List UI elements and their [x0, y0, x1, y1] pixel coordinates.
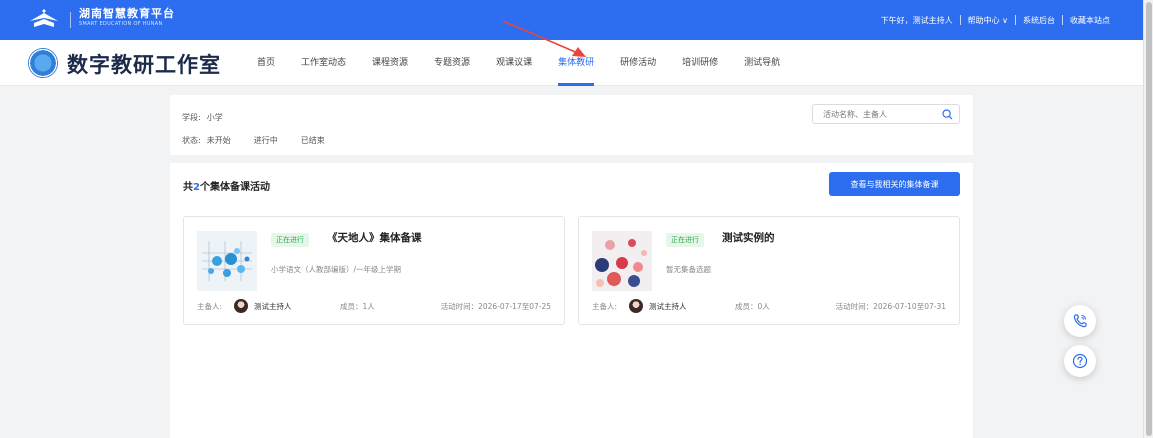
annotation-arrow-icon — [502, 20, 586, 57]
nav-item[interactable]: 专题资源 — [421, 40, 483, 86]
search-box — [812, 104, 960, 124]
greeting-text: 下午好，测试主持人 — [880, 15, 953, 25]
view-related-button[interactable]: 查看与我相关的集体备课 — [829, 172, 960, 196]
scrollbar-thumb[interactable] — [1146, 2, 1152, 436]
status-filter: 状态: 未开始 进行中 已结束 — [182, 135, 348, 146]
avatar — [629, 299, 643, 313]
site-title[interactable]: 数字教研工作室 — [67, 49, 221, 79]
status-option-in-progress[interactable]: 进行中 — [254, 135, 278, 146]
platform-logo-icon[interactable] — [28, 9, 60, 31]
activity-title[interactable]: 测试实例的 — [722, 230, 775, 245]
activity-thumbnail[interactable] — [592, 231, 652, 291]
count-suffix: 个集体备课活动 — [199, 182, 270, 193]
status-label: 状态: — [182, 136, 201, 145]
nav-item[interactable]: 首页 — [244, 40, 288, 86]
member-count: 成员：1人 — [340, 302, 375, 311]
stage-option-primary[interactable]: 小学 — [207, 112, 223, 123]
activity-subject: 暂无集备选题 — [666, 265, 711, 274]
top-right-links: 下午好，测试主持人 帮助中心 ∨ 系统后台 收藏本站点 — [874, 0, 1117, 40]
nav-item[interactable]: 测试导航 — [731, 40, 793, 86]
nav-item[interactable]: 课程资源 — [359, 40, 421, 86]
help-icon — [1072, 353, 1088, 369]
activity-title[interactable]: 《天地人》集体备课 — [327, 230, 422, 245]
results-panel: 共2个集体备课活动 查看与我相关的集体备课 正在进行 《天地人》集体备课 小学语… — [170, 163, 973, 438]
avatar — [234, 299, 248, 313]
activity-time: 活动时间：2026-07-17至07-25 — [440, 302, 551, 311]
count-number: 2 — [193, 182, 200, 193]
status-option-not-started[interactable]: 未开始 — [207, 135, 231, 146]
search-input[interactable] — [813, 105, 933, 123]
contact-button[interactable] — [1064, 305, 1096, 337]
nav-item[interactable]: 培训研修 — [669, 40, 731, 86]
phone-icon — [1073, 314, 1087, 328]
card-footer: 主备人: 测试主持人 成员：1人 活动时间：2026-07-17至07-25 — [197, 299, 551, 313]
count-prefix: 共 — [183, 182, 193, 193]
activity-thumbnail[interactable] — [197, 231, 257, 291]
stage-label: 学段: — [182, 113, 201, 122]
help-center-link[interactable]: 帮助中心 ∨ — [961, 15, 1015, 26]
brand-name-cn: 湖南智慧教育平台 — [79, 7, 175, 20]
help-button[interactable] — [1064, 345, 1096, 377]
activity-subject: 小学语文（人教部编版）/一年级上学期 — [271, 265, 402, 274]
host-name: 测试主持人 — [254, 302, 292, 311]
bookmark-link[interactable]: 收藏本站点 — [1063, 15, 1117, 26]
admin-link[interactable]: 系统后台 — [1016, 15, 1062, 26]
status-badge: 正在进行 — [666, 233, 704, 247]
result-count: 共2个集体备课活动 — [183, 178, 270, 193]
host-label: 主备人: — [197, 302, 223, 311]
platform-brand[interactable]: 湖南智慧教育平台 SMART EDUCATION OF HUNAN — [79, 8, 175, 27]
card-footer: 主备人: 测试主持人 成员：0人 活动时间：2026-07-10至07-31 — [592, 299, 946, 313]
host-label: 主备人: — [592, 302, 618, 311]
activity-time: 活动时间：2026-07-10至07-31 — [835, 302, 946, 311]
nav-item[interactable]: 研修活动 — [607, 40, 669, 86]
status-badge: 正在进行 — [271, 233, 309, 247]
nav-item[interactable]: 工作室动态 — [288, 40, 359, 86]
activity-card[interactable]: 正在进行 测试实例的 暂无集备选题 主备人: 测试主持人 成员：0人 活动时间：… — [578, 216, 960, 325]
brand-divider — [70, 12, 71, 28]
status-option-ended[interactable]: 已结束 — [301, 135, 325, 146]
host-name: 测试主持人 — [649, 302, 687, 311]
studio-logo-icon[interactable] — [28, 48, 58, 78]
stage-filter: 学段: 小学 — [182, 112, 246, 123]
filter-panel: 学段: 小学 状态: 未开始 进行中 已结束 — [170, 95, 973, 155]
activity-card[interactable]: 正在进行 《天地人》集体备课 小学语文（人教部编版）/一年级上学期 主备人: 测… — [183, 216, 565, 325]
page-scrollbar[interactable] — [1143, 0, 1153, 438]
member-count: 成员：0人 — [735, 302, 770, 311]
brand-name-en: SMART EDUCATION OF HUNAN — [79, 21, 163, 27]
search-icon[interactable] — [942, 109, 953, 120]
